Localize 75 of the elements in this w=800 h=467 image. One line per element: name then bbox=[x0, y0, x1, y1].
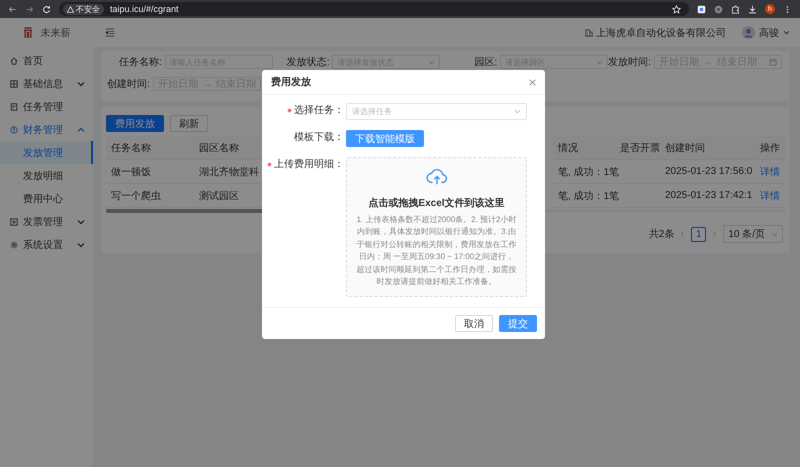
submit-button[interactable]: 提交 bbox=[499, 315, 537, 332]
upload-dropzone[interactable]: 点击或拖拽Excel文件到该这里 1. 上传表格条数不超过2000条。2. 预计2小时内到账，具体发放时间以银行通知为准。3.由于银行对公转账的相关限制，费用发放在工作日内：周 一至周五09:30 ~ 17:00之间进行，超过该时间顺延到第二个工作日办理，如需按时发放请提前做好相关工作准备。 bbox=[346, 157, 527, 298]
table-cell-text: 做一顿饭 bbox=[111, 166, 151, 178]
sidebar-item[interactable]: 基础信息 bbox=[0, 72, 93, 95]
table-cell-text: 笔, 成功：1笔 bbox=[558, 166, 620, 178]
download-template-button[interactable]: 下载智能模版 bbox=[346, 130, 424, 147]
forward-icon[interactable] bbox=[25, 4, 34, 14]
grid-icon bbox=[10, 80, 18, 88]
menu-icon[interactable] bbox=[105, 28, 115, 37]
issue-button[interactable]: 费用发放 bbox=[106, 115, 164, 132]
document-icon bbox=[10, 218, 18, 226]
chevron-down-icon bbox=[514, 109, 521, 114]
upload-hint: 1. 上传表格条数不超过2000条。2. 预计2小时内到账，具体发放时间以银行通知为准。3.由于银行对公转账的相关限制，费用发放在工作日内：周 一至周五09:30 ~ 17:00之间进行，超过该时间顺延到第二个工作日办理，如需按时发放请提前做好相关工作准备。 bbox=[355, 214, 518, 288]
calendar-icon bbox=[769, 58, 777, 66]
page-size-select[interactable]: 10 条/页 bbox=[723, 225, 783, 243]
chevron-down-icon bbox=[596, 60, 604, 64]
filter-label: 园区: bbox=[474, 56, 498, 69]
form-label: 上传费用明细： bbox=[274, 158, 344, 172]
puzzle-icon[interactable] bbox=[731, 4, 740, 14]
table-cell: 2025-01-23 17:42:1 bbox=[665, 190, 752, 201]
table-cell-text: 湖北齐物堂科 bbox=[199, 166, 259, 178]
sidebar-item[interactable]: 任务管理 bbox=[0, 95, 93, 118]
sidebar-subitem[interactable]: 费用中心 bbox=[0, 187, 93, 210]
total-count: 共2条 bbox=[648, 228, 674, 241]
company-name: 上海虎卓自动化设备有限公司 bbox=[596, 26, 726, 40]
form-label: 选择任务： bbox=[294, 104, 344, 118]
app-name: 未来薪 bbox=[40, 26, 70, 40]
table-cell: 2025-01-23 17:56:0 bbox=[665, 166, 752, 177]
form-label: 模板下载： bbox=[294, 130, 344, 145]
table-cell-text: 测试园区 bbox=[199, 190, 239, 202]
logo-icon bbox=[22, 26, 32, 38]
table-cell-text: 笔, 成功：1笔 bbox=[558, 190, 620, 202]
chevron-up-icon[interactable] bbox=[77, 126, 85, 132]
chevron-down-icon[interactable] bbox=[77, 242, 85, 248]
settings-icon bbox=[10, 240, 18, 248]
filter-label: 任务名称: bbox=[118, 56, 162, 69]
chevron-down-icon[interactable] bbox=[77, 218, 85, 224]
close-icon[interactable] bbox=[529, 78, 536, 86]
detail-link[interactable]: 详情 bbox=[760, 164, 780, 178]
clipboard-icon bbox=[10, 102, 18, 110]
coin-icon bbox=[10, 126, 18, 134]
caret-icon[interactable] bbox=[783, 30, 790, 35]
security-chip[interactable]: 不安全 bbox=[63, 4, 104, 14]
reload-icon[interactable] bbox=[42, 4, 51, 14]
building-icon bbox=[585, 28, 593, 36]
chevron-down-icon bbox=[771, 232, 778, 236]
star-icon[interactable] bbox=[672, 4, 681, 14]
home-icon bbox=[10, 56, 18, 64]
warning-icon bbox=[67, 6, 74, 12]
upload-title: 点击或拖拽Excel文件到该这里 bbox=[368, 196, 505, 210]
user-name[interactable]: 高骏 bbox=[759, 26, 779, 40]
chevron-down-icon[interactable] bbox=[77, 80, 85, 86]
sidebar-item[interactable]: 财务管理 bbox=[0, 118, 93, 141]
sidebar-subitem[interactable]: 发放明细 bbox=[0, 164, 93, 187]
back-icon[interactable] bbox=[8, 4, 17, 14]
avatar-icon[interactable] bbox=[742, 26, 755, 39]
download-icon[interactable] bbox=[748, 4, 757, 14]
dialog-title: 费用发放 bbox=[271, 76, 311, 89]
filter-label: 创建时间: bbox=[107, 78, 150, 91]
refresh-button[interactable]: 刷新 bbox=[170, 115, 208, 132]
url-text: taipu.icu/#/cgrant bbox=[110, 4, 180, 14]
sidebar-item[interactable]: 发票管理 bbox=[0, 210, 93, 233]
filter-label: 发放状态: bbox=[286, 56, 330, 69]
cancel-button[interactable]: 取消 bbox=[455, 315, 493, 332]
detail-link[interactable]: 详情 bbox=[760, 188, 780, 202]
extension-icon[interactable] bbox=[697, 4, 706, 14]
table-cell-text: 写一个爬虫 bbox=[111, 190, 161, 202]
page-number[interactable]: 1 bbox=[691, 226, 706, 242]
sidebar-subitem[interactable]: 发放管理 bbox=[0, 141, 93, 164]
address-bar[interactable]: 不安全 taipu.icu/#/cgrant bbox=[59, 2, 689, 16]
cloud-upload-icon bbox=[426, 168, 448, 186]
sidebar-item[interactable]: 系统设置 bbox=[0, 233, 93, 256]
filter-label: 发放时间: bbox=[608, 56, 651, 69]
chevron-down-icon bbox=[428, 60, 436, 64]
sidebar-item[interactable]: 首页 bbox=[0, 49, 93, 72]
